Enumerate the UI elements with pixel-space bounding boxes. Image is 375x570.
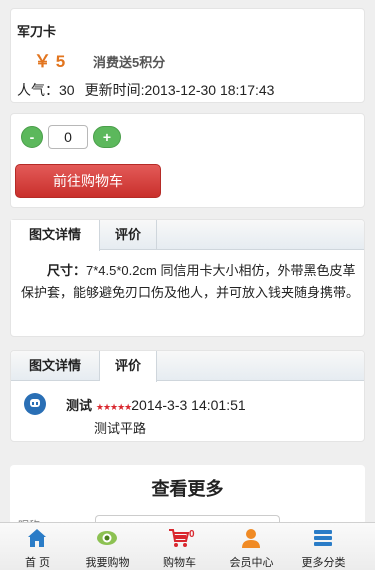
detail-section: 图文详情 评价 尺寸：7*4.5*0.2cm 同信用卡大小相仿，外带黑色皮革保护… xyxy=(10,219,365,337)
nav-item-cart[interactable]: 0 购物车 xyxy=(142,523,217,570)
home-icon xyxy=(28,529,46,547)
view-more-button[interactable]: 查看更多 xyxy=(10,475,365,501)
quantity-increase-button[interactable]: + xyxy=(93,126,121,148)
view-more-section: 查看更多 昵称 xyxy=(10,465,365,532)
review-tabbar: 图文详情 评价 xyxy=(11,351,364,382)
cart-icon xyxy=(169,529,190,547)
user-icon xyxy=(242,529,260,548)
tab-detail[interactable]: 图文详情 xyxy=(11,351,100,381)
review-comment: 测试平路 xyxy=(94,421,147,436)
nav-label-member: 会员中心 xyxy=(229,557,274,569)
detail-size-label: 尺寸： xyxy=(47,263,87,278)
product-price: ￥ 5 xyxy=(34,52,66,71)
nav-item-categories[interactable]: 更多分类 xyxy=(286,523,361,570)
product-meta: 人气：30 更新时间:2013-12-30 18:17:43 xyxy=(17,80,274,100)
chat-bubble-icon xyxy=(24,393,46,415)
tab-reviews[interactable]: 评价 xyxy=(100,351,157,382)
review-stars: ★★★★★ xyxy=(95,402,132,412)
product-name: 军刀卡 xyxy=(17,24,57,39)
product-points: 消费送5积分 xyxy=(93,55,166,70)
popularity-value: 30 xyxy=(59,82,75,98)
nav-item-shop[interactable]: 我要购物 xyxy=(70,523,145,570)
cart-badge: 0 xyxy=(189,529,195,540)
review-section: 图文详情 评价 测试 ★★★★★2014-3-3 14:01:51 测试平路 xyxy=(10,350,365,442)
detail-tabbar: 图文详情 评价 xyxy=(11,220,364,251)
nav-label-cart: 购物车 xyxy=(163,557,196,569)
updated-value: 2013-12-30 18:17:43 xyxy=(144,82,275,98)
nav-label-home: 首 页 xyxy=(24,557,51,569)
go-to-cart-button[interactable]: 前往购物车 xyxy=(15,164,161,198)
popularity-label: 人气： xyxy=(17,82,59,98)
nav-label-shop: 我要购物 xyxy=(85,557,130,569)
cart-card: - 0 + 前往购物车 xyxy=(10,113,365,208)
review-user: 测试 xyxy=(66,398,93,413)
updated-label: 更新时间: xyxy=(84,82,145,98)
product-info-card: 军刀卡 ￥ 5 消费送5积分 人气：30 更新时间:2013-12-30 18:1… xyxy=(10,8,365,103)
nav-item-member[interactable]: 会员中心 xyxy=(214,523,289,570)
eye-icon xyxy=(97,531,117,545)
tab-detail[interactable]: 图文详情 xyxy=(11,220,100,251)
review-header: 测试 ★★★★★2014-3-3 14:01:51 xyxy=(66,395,246,414)
tab-reviews[interactable]: 评价 xyxy=(100,220,157,250)
detail-description: 尺寸：7*4.5*0.2cm 同信用卡大小相仿，外带黑色皮革保护套，能够避免刃口… xyxy=(21,260,361,304)
bottom-nav: 首 页 我要购物 0 购物车 会员中心 更多分类 xyxy=(0,522,375,570)
quantity-input[interactable]: 0 xyxy=(48,125,88,149)
review-date: 2014-3-3 14:01:51 xyxy=(131,397,246,413)
quantity-decrease-button[interactable]: - xyxy=(21,126,43,148)
list-icon xyxy=(314,530,332,546)
nav-item-home[interactable]: 首 页 xyxy=(0,523,75,570)
nav-label-categories: 更多分类 xyxy=(301,557,346,569)
